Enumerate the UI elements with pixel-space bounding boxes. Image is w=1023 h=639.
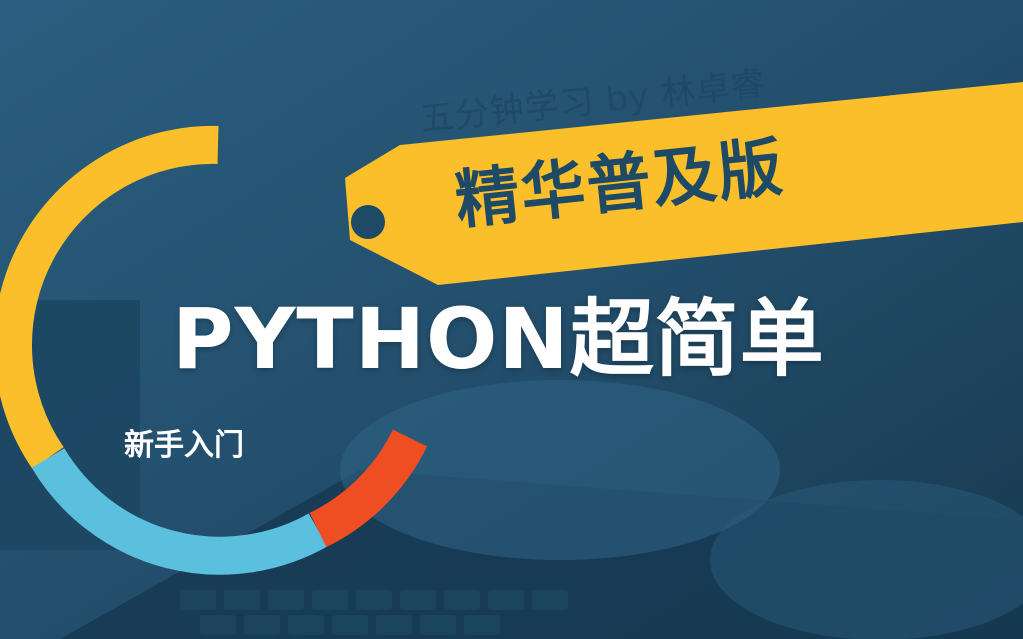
headline: PYTHON超简单 xyxy=(172,290,825,388)
cover-image: 五分钟学习 by 林卓睿 精华普及版 PYTHON超简单 新手入门 xyxy=(0,0,1023,639)
subheadline: 新手入门 xyxy=(124,428,244,463)
tag-hole xyxy=(351,205,385,239)
